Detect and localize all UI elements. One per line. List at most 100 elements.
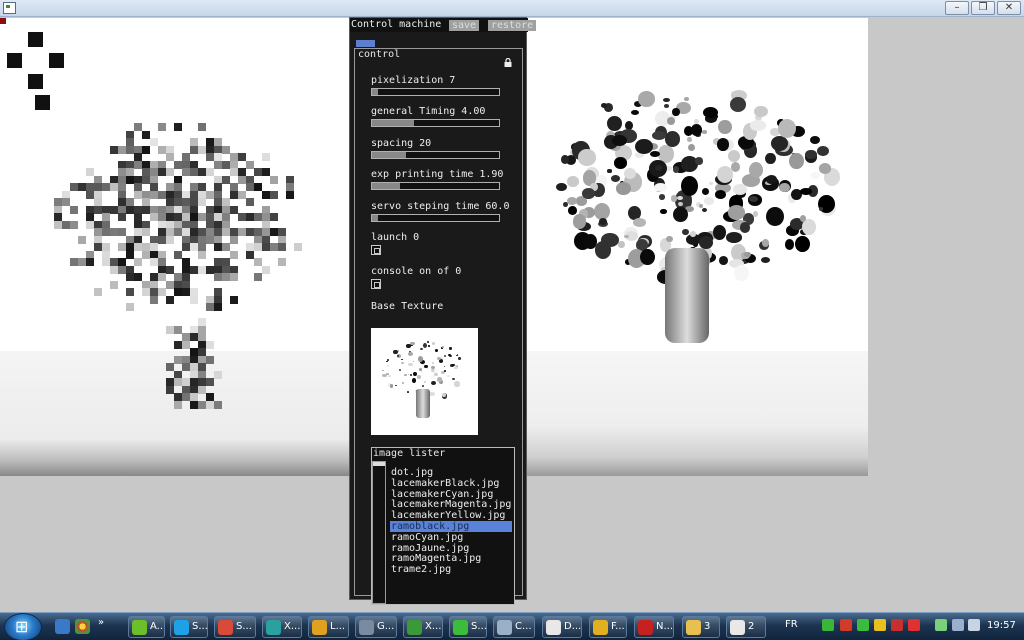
lock-icon[interactable]: [503, 58, 513, 68]
taskbar-button[interactable]: G...: [355, 616, 397, 638]
taskbar-button[interactable]: L...: [308, 616, 349, 638]
app-icon: [218, 620, 233, 635]
lister-item[interactable]: dot.jpg: [390, 467, 512, 478]
bouquet-petal: [443, 354, 446, 357]
taskbar-button[interactable]: S...: [214, 616, 256, 638]
lister-scrollbar[interactable]: [372, 461, 386, 604]
tray-check-icon[interactable]: [822, 619, 834, 631]
tray-network-icon[interactable]: [840, 619, 852, 631]
bouquet-pixel: [198, 265, 206, 274]
bouquet-petal: [387, 365, 389, 367]
tray-battery-icon[interactable]: [935, 619, 947, 631]
system-clock[interactable]: 19:57: [987, 620, 1016, 631]
maximize-button[interactable]: ❒: [971, 1, 995, 15]
slider-fill: [372, 89, 378, 95]
taskbar-button[interactable]: 3: [682, 616, 720, 638]
bouquet-pixel: [230, 205, 238, 214]
lister-item[interactable]: lacemakerMagenta.jpg: [390, 499, 512, 510]
close-button[interactable]: ✕: [997, 1, 1021, 15]
bouquet-petal: [567, 176, 580, 187]
bouquet-pixel: [214, 303, 222, 311]
start-button[interactable]: [4, 613, 42, 640]
bouquet-petal: [421, 370, 424, 373]
taskbar-button-label: F...: [611, 621, 625, 632]
lister-item[interactable]: ramoCyan.jpg: [390, 532, 512, 543]
bouquet-petal: [423, 381, 427, 384]
restore-button[interactable]: restore: [488, 20, 537, 31]
lister-item[interactable]: lacemakerCyan.jpg: [390, 489, 512, 500]
bouquet-petal: [664, 131, 681, 148]
bouquet-petal: [400, 359, 403, 361]
taskbar-button[interactable]: D...: [542, 616, 582, 638]
minimize-button[interactable]: –: [945, 1, 969, 15]
spacing-slider[interactable]: [371, 151, 500, 159]
bouquet-pixel: [150, 295, 158, 304]
bouquet-pixel: [110, 280, 118, 289]
bouquet-pixel: [182, 168, 190, 176]
lister-item[interactable]: ramoMagenta.jpg: [390, 553, 512, 564]
lister-item[interactable]: ramoJaune.jpg: [390, 543, 512, 554]
bouquet-pixel: [270, 175, 278, 184]
bouquet-pixel: [198, 250, 206, 259]
taskbar-button[interactable]: S...: [170, 616, 208, 638]
bouquet-pixel: [166, 295, 174, 304]
tray-folder-icon[interactable]: [874, 619, 886, 631]
bouquet-pixel: [158, 273, 166, 281]
app-icon: [497, 620, 512, 635]
tray-spotify-icon[interactable]: [857, 619, 869, 631]
taskbar-button[interactable]: N...: [634, 616, 674, 638]
pixelization-slider[interactable]: [371, 88, 500, 96]
taskbar-button[interactable]: S...: [449, 616, 487, 638]
general-timing-slider[interactable]: [371, 119, 500, 127]
bouquet-pixel: [126, 175, 134, 184]
lister-item[interactable]: lacemakerBlack.jpg: [390, 478, 512, 489]
tray-shield-icon[interactable]: [891, 619, 903, 631]
bouquet-petal: [563, 201, 569, 208]
bouquet-pixel: [142, 205, 150, 214]
show-desktop-icon[interactable]: [55, 619, 70, 634]
bouquet-pixel: [54, 220, 62, 229]
taskbar-button[interactable]: A...: [128, 616, 165, 638]
save-button[interactable]: save: [449, 20, 480, 31]
bouquet-petal: [771, 136, 788, 152]
bouquet-petal: [682, 228, 689, 235]
bouquet-pixel: [142, 228, 150, 236]
bouquet-petal: [666, 235, 674, 243]
bouquet-pixel: [286, 190, 294, 199]
bouquet-petal: [744, 252, 751, 257]
servo-steping-time-slider[interactable]: [371, 214, 500, 222]
tray-app-icon[interactable]: [908, 619, 920, 631]
bouquet-petal: [411, 377, 416, 383]
bouquet-petal: [454, 364, 458, 367]
tab-handle[interactable]: [356, 40, 375, 47]
launch-checkbox[interactable]: [371, 245, 381, 255]
taskbar-button[interactable]: C...: [493, 616, 535, 638]
tray-monitor-icon[interactable]: [952, 619, 964, 631]
lister-item[interactable]: ramoblack.jpg: [390, 521, 512, 532]
expand-chevron-icon[interactable]: »: [98, 617, 108, 628]
lister-item[interactable]: trame2.jpg: [390, 564, 512, 575]
taskbar-button[interactable]: X...: [262, 616, 302, 638]
taskbar-button[interactable]: F...: [589, 616, 627, 638]
taskbar-button[interactable]: 2: [726, 616, 766, 638]
language-indicator[interactable]: FR: [785, 619, 798, 630]
exp-printing-time-slider[interactable]: [371, 182, 500, 190]
lister-scroll-thumb[interactable]: [373, 462, 385, 466]
bouquet-petal: [388, 374, 392, 378]
bouquet-petal: [784, 239, 795, 250]
bouquet-petal: [412, 372, 417, 377]
image-lister[interactable]: image lister dot.jpg lacemakerBlack.jpg la…: [371, 447, 515, 605]
tray-volume-icon[interactable]: [968, 619, 980, 631]
bouquet-petal: [717, 138, 730, 151]
bouquet-petal: [717, 165, 734, 183]
bouquet-petal: [727, 149, 740, 163]
bouquet-petal: [398, 368, 401, 371]
taskbar-button[interactable]: X...: [403, 616, 443, 638]
bouquet-pixel: [94, 288, 102, 296]
console-toggle-checkbox[interactable]: [371, 279, 381, 289]
app-icon: [359, 620, 374, 635]
lister-item[interactable]: lacemakerYellow.jpg: [390, 510, 512, 521]
slider-fill: [372, 215, 378, 221]
chrome-icon[interactable]: [75, 619, 90, 634]
bouquet-petal: [687, 143, 695, 152]
